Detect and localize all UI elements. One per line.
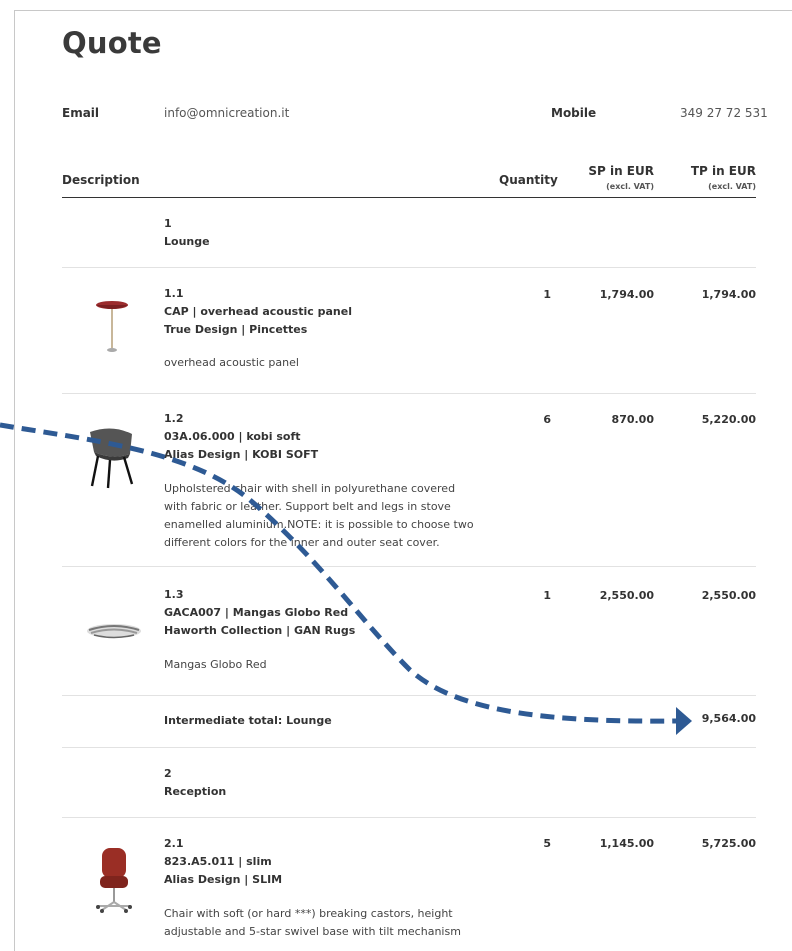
subtotal-value: 9,564.00 [701,712,756,725]
item-brand: Haworth Collection | GAN Rugs [164,624,356,637]
item-number: 1.2 [164,412,184,425]
group-name: Reception [164,785,227,798]
item-quantity: 5 [543,837,551,850]
row-divider [62,747,756,748]
item-quantity: 1 [543,589,551,602]
item-description: overhead acoustic panel [164,356,299,369]
subtotal-label: Intermediate total: Lounge [164,714,332,727]
column-header-sp-label: SP in EUR [588,164,654,178]
item-sp: 1,794.00 [599,288,654,301]
group-number: 1 [164,217,172,230]
item-brand: Alias Design | SLIM [164,873,283,886]
row-divider [62,267,756,268]
item-number: 1.1 [164,287,184,300]
row-divider [62,566,756,567]
list-item: 1.2 03A.06.000 | kobi soft Alias Design … [164,410,318,464]
item-quantity: 1 [543,288,551,301]
list-item: 2.1 823.A5.011 | slim Alias Design | SLI… [164,835,282,889]
item-sp: 2,550.00 [599,589,654,602]
item-code: GACA007 | Mangas Globo Red [164,606,349,619]
column-header-sp-note: (excl. VAT) [606,182,654,191]
row-divider [62,393,756,394]
row-divider [62,695,756,696]
mobile-value: 349 27 72 531 [680,106,768,120]
item-tp: 5,220.00 [701,413,756,426]
mobile-label: Mobile [551,106,597,120]
column-header-tp-note: (excl. VAT) [708,182,756,191]
chair-icon [84,424,140,494]
group-name: Lounge [164,235,210,248]
item-sp: 870.00 [611,413,654,426]
rug-icon [86,620,142,646]
item-quantity: 6 [543,413,551,426]
item-description: Mangas Globo Red [164,658,267,671]
email-label: Email [62,106,100,120]
item-tp: 2,550.00 [701,589,756,602]
pendant-lamp-icon [92,298,132,360]
item-sp: 1,145.00 [599,837,654,850]
item-code: 823.A5.011 | slim [164,855,272,868]
column-header-description: Description [62,173,140,187]
column-header-sp: SP in EUR (excl. VAT) [570,164,654,191]
email-value[interactable]: info@omnicreation.it [164,106,289,120]
row-divider [62,817,756,818]
header-divider [62,197,756,198]
page-title: Quote [62,26,162,60]
office-chair-icon [94,846,136,918]
item-code: CAP | overhead acoustic panel [164,305,352,318]
item-brand: Alias Design | KOBI SOFT [164,448,319,461]
item-tp: 1,794.00 [701,288,756,301]
group-heading: 1 Lounge [164,215,210,251]
column-header-tp: TP in EUR (excl. VAT) [670,164,756,191]
list-item: 1.3 GACA007 | Mangas Globo Red Haworth C… [164,586,355,640]
item-number: 2.1 [164,837,184,850]
item-description: Chair with soft (or hard ***) breaking c… [164,907,461,938]
item-tp: 5,725.00 [701,837,756,850]
item-brand: True Design | Pincettes [164,323,308,336]
item-code: 03A.06.000 | kobi soft [164,430,301,443]
list-item: 1.1 CAP | overhead acoustic panel True D… [164,285,352,339]
group-heading: 2 Reception [164,765,226,801]
item-description: Upholstered chair with shell in polyuret… [164,482,474,549]
column-header-tp-label: TP in EUR [690,164,756,178]
group-number: 2 [164,767,172,780]
item-number: 1.3 [164,588,184,601]
column-header-quantity: Quantity [499,173,558,187]
